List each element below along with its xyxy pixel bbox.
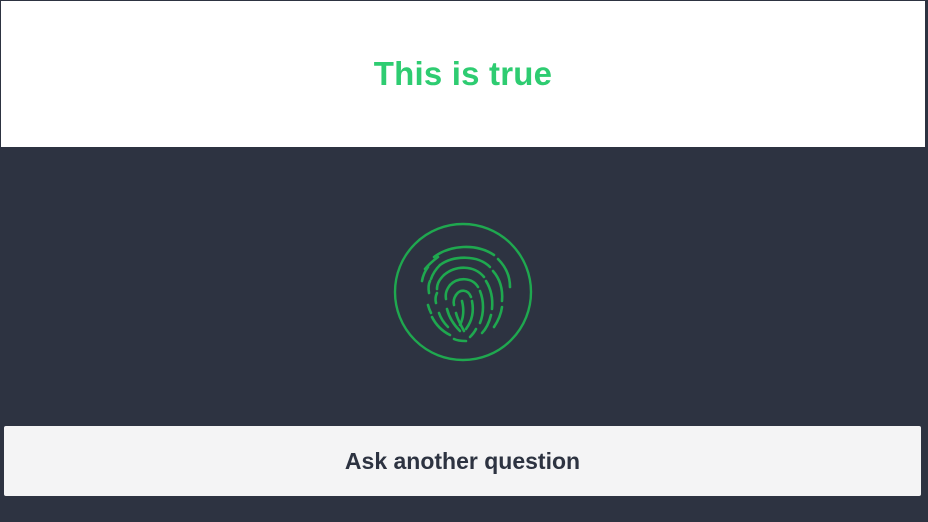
ask-another-question-button[interactable]: Ask another question xyxy=(4,426,921,496)
result-text: This is true xyxy=(373,54,553,92)
fingerprint-icon xyxy=(393,222,533,362)
result-panel: This is true xyxy=(1,1,925,147)
oracle-app: This is true Ask another question xyxy=(0,0,928,522)
ask-another-question-label: Ask another question xyxy=(344,447,581,474)
fingerprint-scanner[interactable] xyxy=(392,221,534,363)
